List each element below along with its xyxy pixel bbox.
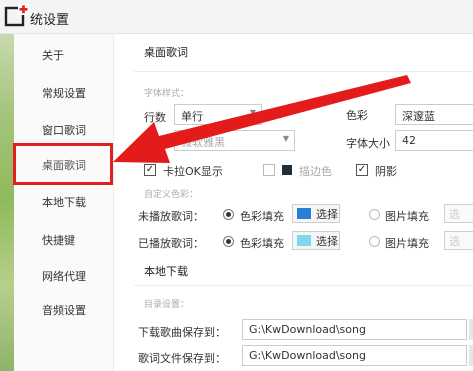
- lyric-path-value: G:\KwDownload\song: [249, 349, 366, 362]
- lines-select[interactable]: 单行 ▼: [174, 104, 262, 125]
- karaoke-checkbox[interactable]: ✓: [144, 164, 156, 176]
- sidebar-item-hotkeys[interactable]: 快捷键: [14, 221, 114, 259]
- song-path-input[interactable]: G:\KwDownload\song: [242, 319, 467, 340]
- font-value: 微软雅黑: [181, 136, 225, 149]
- font-size-value: 42: [402, 134, 416, 147]
- choose-label: 选择: [316, 207, 338, 221]
- image-fill-label: 图片填充: [385, 237, 429, 250]
- color-fill-label: 色彩填充: [240, 210, 284, 223]
- annotation-highlight-box: [13, 143, 113, 185]
- chevron-down-icon: ▼: [282, 134, 289, 143]
- sidebar-item-about[interactable]: 关于: [14, 36, 114, 74]
- sidebar-item-label: 本地下载: [42, 196, 86, 209]
- font-select[interactable]: 微软雅黑 ▼: [174, 130, 295, 151]
- sidebar-item-label: 网络代理: [42, 270, 86, 283]
- choose-label: 选: [449, 234, 460, 248]
- song-path-browse-edge: [469, 319, 473, 340]
- played-image-choose-button[interactable]: 选: [444, 231, 473, 250]
- sidebar-item-label: 常规设置: [42, 87, 86, 100]
- song-path-label: 下载歌曲保存到：: [138, 326, 226, 339]
- sidebar-item-general[interactable]: 常规设置: [14, 74, 114, 112]
- choose-label: 选: [449, 207, 460, 221]
- shadow-checkbox[interactable]: ✓: [356, 164, 368, 176]
- played-lyrics-label: 已播放歌词：: [138, 237, 204, 250]
- chevron-down-icon: ▼: [249, 108, 256, 117]
- shadow-label: 阴影: [375, 165, 397, 178]
- unplayed-color-fill-radio[interactable]: [223, 209, 234, 220]
- image-fill-label: 图片填充: [385, 210, 429, 223]
- sidebar-item-audio[interactable]: 音频设置: [14, 291, 114, 329]
- played-image-fill-radio[interactable]: [369, 236, 380, 247]
- color-select[interactable]: 深邃蓝: [395, 104, 473, 125]
- app-logo-icon: [4, 3, 30, 29]
- color-value: 深邃蓝: [402, 110, 435, 123]
- color-swatch: [297, 235, 311, 246]
- window-title: 统设置: [30, 13, 70, 28]
- font-style-heading: 字体样式：: [144, 89, 190, 99]
- custom-color-heading: 自定义色彩：: [144, 190, 199, 200]
- unplayed-image-fill-radio[interactable]: [369, 209, 380, 220]
- outline-checkbox[interactable]: [263, 164, 275, 176]
- lines-label: 行数: [144, 111, 166, 124]
- settings-content: 桌面歌词 字体样式： 行数 单行 ▼ 色彩 深邃蓝 字 微软雅黑 ▼ 字体大小 42…: [114, 34, 473, 371]
- settings-sidebar: 关于 常规设置 窗口歌词 桌面歌词 本地下载 快捷键 网络代理 音频设置: [14, 34, 114, 371]
- sidebar-item-local-download[interactable]: 本地下载: [14, 183, 114, 221]
- color-swatch: [297, 208, 311, 219]
- played-choose-button[interactable]: 选择: [292, 231, 340, 250]
- outline-color-swatch[interactable]: [282, 165, 292, 175]
- divider: [134, 71, 473, 72]
- sidebar-item-network-proxy[interactable]: 网络代理: [14, 257, 114, 295]
- font-size-input[interactable]: 42: [395, 130, 473, 151]
- choose-label: 选择: [316, 234, 338, 248]
- sidebar-item-label: 音频设置: [42, 304, 86, 317]
- lyric-path-browse-edge: [469, 345, 473, 366]
- unplayed-lyrics-label: 未播放歌词：: [138, 210, 204, 223]
- karaoke-label: 卡拉OK显示: [163, 165, 223, 178]
- title-bar: 统设置: [0, 0, 473, 34]
- sidebar-item-label: 窗口歌词: [42, 124, 86, 137]
- font-size-label: 字体大小: [346, 137, 390, 150]
- lyric-path-input[interactable]: G:\KwDownload\song: [242, 345, 467, 366]
- sidebar-item-label: 快捷键: [42, 234, 75, 247]
- font-label: 字: [144, 138, 155, 151]
- color-fill-label: 色彩填充: [240, 237, 284, 250]
- background-strip: [0, 30, 14, 371]
- divider: [134, 285, 473, 286]
- sidebar-item-label: 关于: [42, 49, 64, 62]
- color-label: 色彩: [346, 109, 368, 122]
- outline-label: 描边色: [299, 165, 332, 178]
- unplayed-choose-button[interactable]: 选择: [292, 204, 340, 223]
- lines-value: 单行: [181, 110, 203, 123]
- unplayed-image-choose-button[interactable]: 选: [444, 204, 473, 223]
- section-title-local-download: 本地下载: [144, 265, 188, 278]
- directory-heading: 目录设置：: [144, 300, 190, 310]
- played-color-fill-radio[interactable]: [223, 236, 234, 247]
- song-path-value: G:\KwDownload\song: [249, 323, 366, 336]
- lyric-path-label: 歌词文件保存到：: [138, 352, 226, 365]
- section-title-desktop-lyrics: 桌面歌词: [144, 46, 188, 59]
